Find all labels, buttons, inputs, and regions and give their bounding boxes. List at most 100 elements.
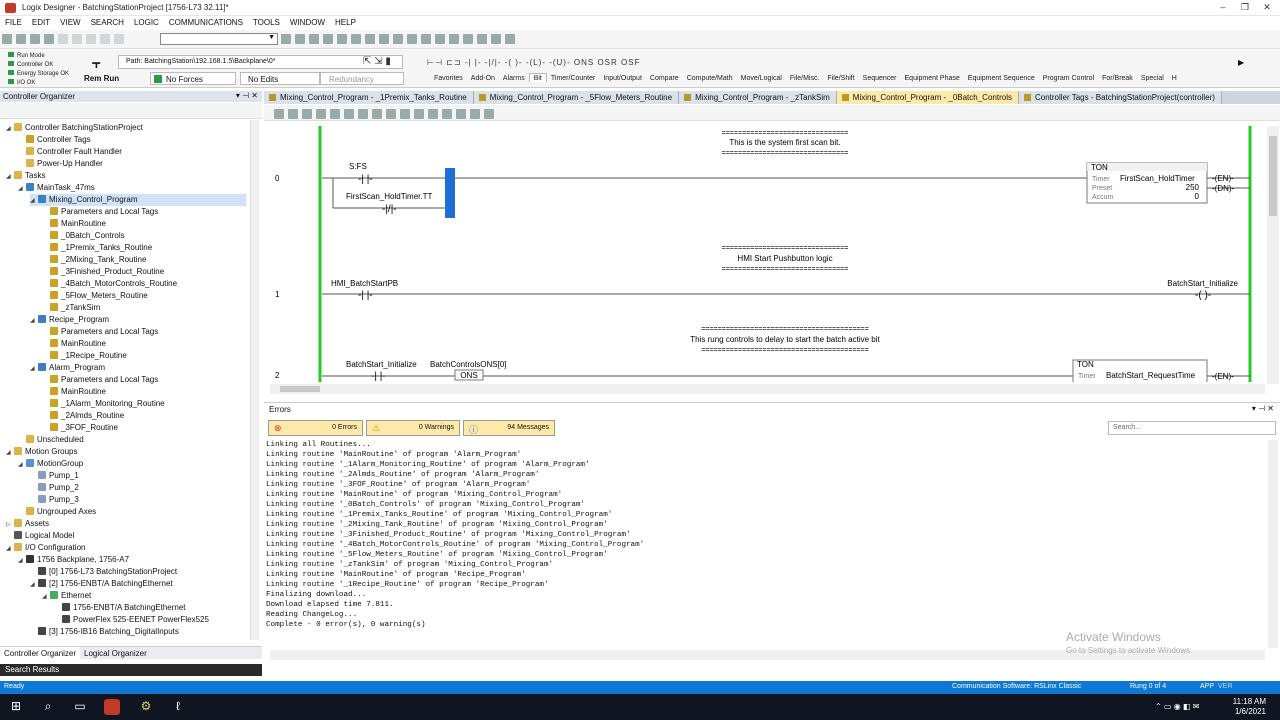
ton-0-timer[interactable]: FirstScan_HoldTimer [1120,174,1195,183]
ladder-tool-icon[interactable] [372,109,382,119]
rung-2-ons-tag[interactable]: BatchControlsONS[0] [430,360,506,369]
ladder-tool-icon[interactable] [288,109,298,119]
ote-icon[interactable]: -( )- [505,58,523,67]
rung-1-xic[interactable]: -| |- [358,290,373,301]
tree-item[interactable]: ◢ Mixing_Control_Program [30,194,246,206]
tree-item[interactable]: Parameters and Local Tags [42,326,246,338]
tree-item[interactable]: ◢ [2] 1756-ENBT/A BatchingEthernet [30,578,246,590]
tree-item[interactable]: _3Finished_Product_Routine [42,266,246,278]
menu-edit[interactable]: EDIT [27,16,55,27]
tree-item[interactable]: ◢ Recipe_Program [30,314,246,326]
tree-item[interactable]: Controller Fault Handler [18,146,246,158]
menu-tools[interactable]: TOOLS [248,16,285,27]
ladder-tool-icon[interactable] [330,109,340,119]
expand-icon[interactable]: ◢ [18,459,26,471]
tree-item[interactable]: _1Premix_Tanks_Routine [42,242,246,254]
watch-icon[interactable] [407,34,418,44]
rung-0-contact-sfs[interactable]: S:FS [349,162,367,171]
category-tab[interactable]: Move/Logical [737,74,786,82]
minimize-icon[interactable]: – [1216,2,1230,14]
rung-1-ote[interactable]: -( )- [1195,290,1211,301]
ladder-tool-icon[interactable] [428,109,438,119]
menu-logic[interactable]: LOGIC [129,16,164,27]
redundancy-status[interactable]: Redundancy [320,72,404,85]
cut-icon[interactable] [58,34,68,44]
category-tab[interactable]: Program Control [1039,74,1098,82]
tree-scrollbar[interactable] [250,120,259,640]
tree-item[interactable]: ◢ Controller BatchingStationProject [6,122,246,134]
ladder-tool-icon[interactable] [442,109,452,119]
ladder-tool-icon[interactable] [400,109,410,119]
category-tab[interactable]: Alarms [499,74,529,82]
forces-status[interactable]: No Forces [150,72,236,85]
menu-help[interactable]: HELP [330,16,361,27]
ladder-hscrollbar[interactable] [270,384,1265,394]
ons-instruction[interactable]: ONS [574,58,594,67]
trend-icon[interactable] [421,34,432,44]
print-icon[interactable] [44,34,54,44]
document-tab[interactable]: Controller Tags - BatchingStationProject… [1018,91,1222,104]
xic-icon[interactable]: -| |- [465,58,482,67]
copy-icon[interactable] [72,34,82,44]
bookmark-icon[interactable] [435,34,446,44]
ladder-vscroll-thumb[interactable] [1269,136,1277,216]
ladder-tool-icon[interactable] [316,109,326,119]
errors-search-input[interactable]: Search... [1108,421,1276,435]
warnings-filter-button[interactable]: ⚠ 0 Warnings [366,420,460,436]
otu-icon[interactable]: -(U)- [549,58,570,67]
errors-pane-close-icon[interactable]: ▾ ⊣ ✕ [1252,404,1274,413]
category-tab[interactable]: Equipment Phase [901,74,964,82]
category-tab[interactable]: Input/Output [599,74,646,82]
redo-icon[interactable] [114,34,124,44]
tray-icons[interactable]: ⌃ ▭ ◉ ◧ ✉ [1155,702,1199,711]
expand-icon[interactable]: ◢ [30,315,38,327]
expand-icon[interactable]: ◢ [18,183,26,195]
help-icon[interactable] [505,34,516,44]
category-tab[interactable]: Favorites [430,74,467,82]
clock[interactable]: 11:18 AM 1/6/2021 [1233,697,1266,717]
category-tab[interactable]: H [1168,74,1181,82]
path-field[interactable]: Path: BatchingStation\192.168.1.5\Backpl… [118,55,403,69]
otl-icon[interactable]: -(L)- [526,58,546,67]
tree-item[interactable]: ◢ I/O Configuration [6,542,246,554]
category-tab[interactable]: File/Misc. [786,74,824,82]
tree-item[interactable]: _2Almds_Routine [42,410,246,422]
tree-item[interactable]: MainRoutine [42,218,246,230]
ton-0-preset[interactable]: 250 [1186,183,1200,192]
bookmark-next-icon[interactable] [449,34,460,44]
close-icon[interactable]: ✕ [1260,2,1274,14]
expand-icon[interactable]: ◢ [42,591,50,603]
osr-instruction[interactable]: OSR [597,58,617,67]
tree-item[interactable]: Parameters and Local Tags [42,374,246,386]
ladder-tool-icon[interactable] [386,109,396,119]
ladder-hscroll-thumb[interactable] [280,386,320,392]
tab-logical-organizer[interactable]: Logical Organizer [80,647,151,660]
expand-icon[interactable]: ◢ [30,579,38,591]
menu-window[interactable]: WINDOW [285,16,330,27]
expand-icon[interactable]: ◢ [30,363,38,375]
tree-item[interactable]: Ungrouped Axes [18,506,246,518]
rung-0-xic-sfs[interactable]: -| |- [358,174,373,185]
osf-instruction[interactable]: OSF [621,58,640,67]
tree-item[interactable]: [3] 1756-IB16 Batching_DigitalInputs [30,626,246,638]
controller-mode-icon[interactable]: ⫟ [92,55,100,72]
edits-status[interactable]: No Edits [240,72,320,85]
category-tab[interactable]: Special [1137,74,1168,82]
category-tab[interactable]: Sequencer [859,74,901,82]
logix-designer-icon[interactable]: ℓ [170,699,186,715]
rung-0-xio-tt[interactable]: -|/|- [382,204,397,215]
tree-item[interactable]: Pump_3 [30,494,246,506]
task-view-icon[interactable]: ▭ [72,699,88,715]
pane-close-icon[interactable]: ▾ ⊣ ✕ [236,91,258,100]
language-icon[interactable] [491,34,502,44]
ladder-tool-icon[interactable] [456,109,466,119]
document-tab[interactable]: Mixing_Control_Program - _zTankSim [679,91,837,104]
rung-icon[interactable]: ⊢⊣ [427,58,443,67]
tree-item[interactable]: Parameters and Local Tags [42,206,246,218]
ladder-tool-icon[interactable] [344,109,354,119]
menu-communications[interactable]: COMMUNICATIONS [164,16,248,27]
tree-item[interactable]: ▷ Assets [6,518,246,530]
category-tab[interactable]: Equipment Sequence [964,74,1039,82]
category-tab[interactable]: Add-On [467,74,499,82]
bookmark-clear-icon[interactable] [477,34,488,44]
